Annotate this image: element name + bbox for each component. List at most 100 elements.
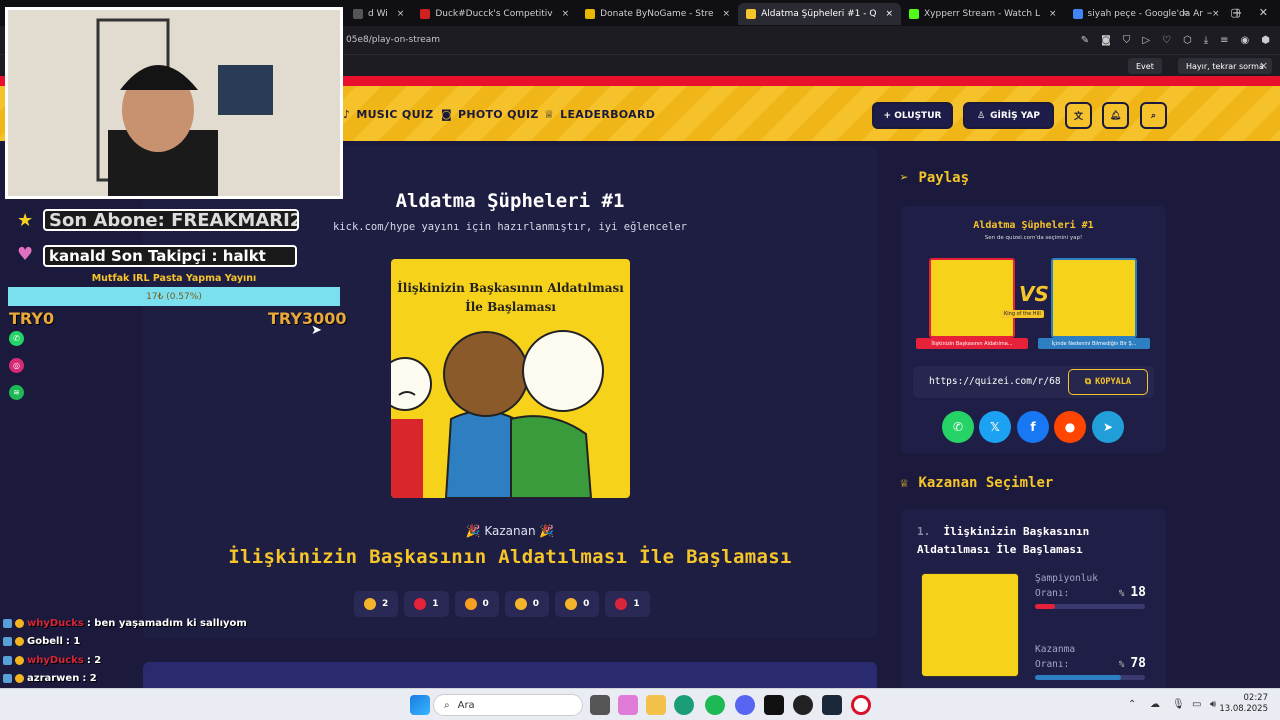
login-button[interactable]: ♙ GİRİŞ YAP: [963, 102, 1054, 129]
play-icon[interactable]: ▷: [1142, 35, 1150, 46]
shield-icon[interactable]: ⛉: [1123, 35, 1131, 46]
taskbar-search[interactable]: ⌕ Ara: [433, 694, 583, 716]
reaction-wow-button[interactable]: 0: [504, 591, 550, 617]
nav-music-quiz[interactable]: ♪ MUSIC QUIZ: [343, 108, 433, 121]
opera-icon[interactable]: [851, 695, 871, 715]
windows-taskbar: ⌕ Ara ⌃ ☁ 🎙︎ ▭ 🔊︎ 02:27 13.08.2025: [0, 688, 1280, 720]
champion-rate-value: % 18: [1118, 585, 1146, 600]
tab-close-icon[interactable]: ×: [397, 9, 405, 19]
chat-badge-icon: [3, 674, 12, 684]
tab-close-icon[interactable]: ×: [562, 9, 570, 19]
cartoon-illustration: [391, 330, 604, 498]
heart-icon[interactable]: ♡: [1162, 35, 1171, 46]
win-rate-value: % 78: [1118, 656, 1146, 671]
minimize-button[interactable]: –: [1207, 6, 1213, 20]
chat-username: whyDucks: [27, 654, 84, 666]
copy-icon: ⧉: [1085, 377, 1092, 387]
chat-message: Gobell: 1: [3, 633, 348, 652]
language-button[interactable]: 文: [1065, 102, 1092, 129]
tab-close-icon[interactable]: ×: [723, 9, 731, 19]
close-notif-button[interactable]: ×: [1259, 59, 1268, 72]
menu-icon[interactable]: ≡: [1220, 35, 1228, 46]
mic-icon[interactable]: 🎙︎: [1172, 699, 1185, 710]
reaction-angry-button[interactable]: 1: [605, 591, 650, 617]
search-button[interactable]: ⌕: [1140, 102, 1167, 129]
copy-button[interactable]: ⧉ KOPYALA: [1068, 369, 1148, 395]
reaction-count: 2: [382, 599, 389, 609]
facebook-share-button[interactable]: f: [1017, 411, 1049, 443]
chat-message: azrarwen: 2: [3, 670, 348, 689]
reaction-laugh-button[interactable]: 0: [454, 591, 499, 617]
search-tabs-icon[interactable]: ⌕: [1183, 6, 1189, 20]
browser-tab[interactable]: Donate ByNoGame - Stre ×: [577, 3, 738, 25]
heart-icon: ♥: [17, 244, 34, 265]
trophy-icon: ♕: [544, 108, 555, 121]
tray-chevron-icon[interactable]: ⌃: [1128, 699, 1136, 710]
user-icon: ♙: [977, 110, 986, 121]
download-icon[interactable]: ⤓: [1204, 35, 1208, 46]
url-text[interactable]: 05e8/play-on-stream: [346, 35, 440, 45]
share-card: Aldatma Şüpheleri #1 Sen de quizei.com'd…: [901, 206, 1166, 453]
tab-close-icon[interactable]: ×: [1049, 9, 1057, 19]
reddit-share-button[interactable]: ●: [1054, 411, 1086, 443]
cube-icon[interactable]: ⬡: [1183, 35, 1192, 46]
discord-icon[interactable]: [735, 695, 755, 715]
edit-icon[interactable]: ✎: [1081, 35, 1089, 46]
whatsapp-icon: ✆: [9, 331, 24, 346]
share-link-input[interactable]: https://quizei.com/r/68: [929, 376, 1065, 387]
x-share-button[interactable]: 𝕏: [979, 411, 1011, 443]
github-icon[interactable]: [793, 695, 813, 715]
browser-tab[interactable]: Duck#Ducck's Competitiv ×: [412, 3, 577, 25]
explorer-icon[interactable]: [646, 695, 666, 715]
task-view-icon[interactable]: [590, 695, 610, 715]
clock[interactable]: 02:27 13.08.2025: [1219, 693, 1268, 715]
tab-close-icon[interactable]: ×: [885, 9, 893, 19]
browser-tab[interactable]: Xypperr Stream - Watch L ×: [901, 3, 1065, 25]
close-window-button[interactable]: ✕: [1259, 6, 1268, 20]
reaction-count: 0: [532, 599, 540, 609]
nav-photo-quiz[interactable]: ◙ PHOTO QUIZ: [441, 108, 539, 121]
app-icon[interactable]: [764, 695, 784, 715]
edge-icon[interactable]: [674, 695, 694, 715]
reaction-count: 1: [633, 599, 640, 609]
notifications-button[interactable]: 🔔︎: [1102, 102, 1129, 129]
chat-badge-icon: [3, 655, 12, 665]
sad-icon: [565, 598, 578, 610]
reaction-heart-button[interactable]: 1: [404, 591, 449, 617]
reaction-sad-button[interactable]: 0: [555, 591, 600, 617]
reaction-count: 1: [432, 599, 439, 609]
steam-icon[interactable]: [822, 695, 842, 715]
chat-username: Gobell: [27, 636, 63, 648]
start-button[interactable]: [410, 695, 430, 715]
win-rate-label: Kazanma Oranı:: [1035, 644, 1076, 670]
create-button[interactable]: + OLUŞTUR: [872, 102, 953, 129]
wow-icon: [514, 598, 527, 610]
chat-message: whyDucks: ben yaşamadım ki sallıyom: [3, 614, 348, 633]
share-heading: ➢ Paylaş: [900, 170, 970, 186]
share-card-subtitle: Sen de quizei.com'da seçimini yap!: [984, 235, 1083, 241]
network-icon[interactable]: ☁: [1150, 699, 1160, 710]
profile-icon[interactable]: ◉: [1241, 35, 1250, 46]
result-item: 1. İlişkinizin Başkasının Aldatılması İl…: [901, 509, 1166, 699]
chat-username: azrarwen: [27, 673, 80, 685]
display-icon[interactable]: ▭: [1192, 699, 1201, 710]
telegram-share-button[interactable]: ➤: [1092, 411, 1124, 443]
reaction-count: 0: [583, 599, 590, 609]
chat-badge-icon: [15, 637, 24, 647]
copilot-icon[interactable]: [618, 695, 638, 715]
nav-leaderboard[interactable]: ♕ LEADERBOARD: [544, 108, 655, 121]
camera-icon[interactable]: ◙: [1101, 35, 1111, 46]
browser-tab[interactable]: d Wi ×: [345, 3, 412, 25]
chat-badge-icon: [3, 618, 12, 628]
yes-button[interactable]: Evet: [1128, 58, 1162, 74]
chat-badge-icon: [3, 637, 12, 647]
volume-icon[interactable]: 🔊︎: [1210, 699, 1216, 710]
reaction-thumbs-up-button[interactable]: 2: [354, 591, 399, 617]
whatsapp-share-button[interactable]: ✆: [942, 411, 974, 443]
maximize-button[interactable]: ▢: [1230, 6, 1240, 20]
spotify-taskbar-icon[interactable]: [705, 695, 725, 715]
extension-icon[interactable]: ⬢: [1261, 35, 1270, 46]
dont-ask-button[interactable]: Hayır, tekrar sorma: [1178, 58, 1272, 74]
tab-favicon-icon: [909, 9, 919, 19]
browser-tab[interactable]: Aldatma Şüpheleri #1 - Q ×: [738, 3, 901, 25]
